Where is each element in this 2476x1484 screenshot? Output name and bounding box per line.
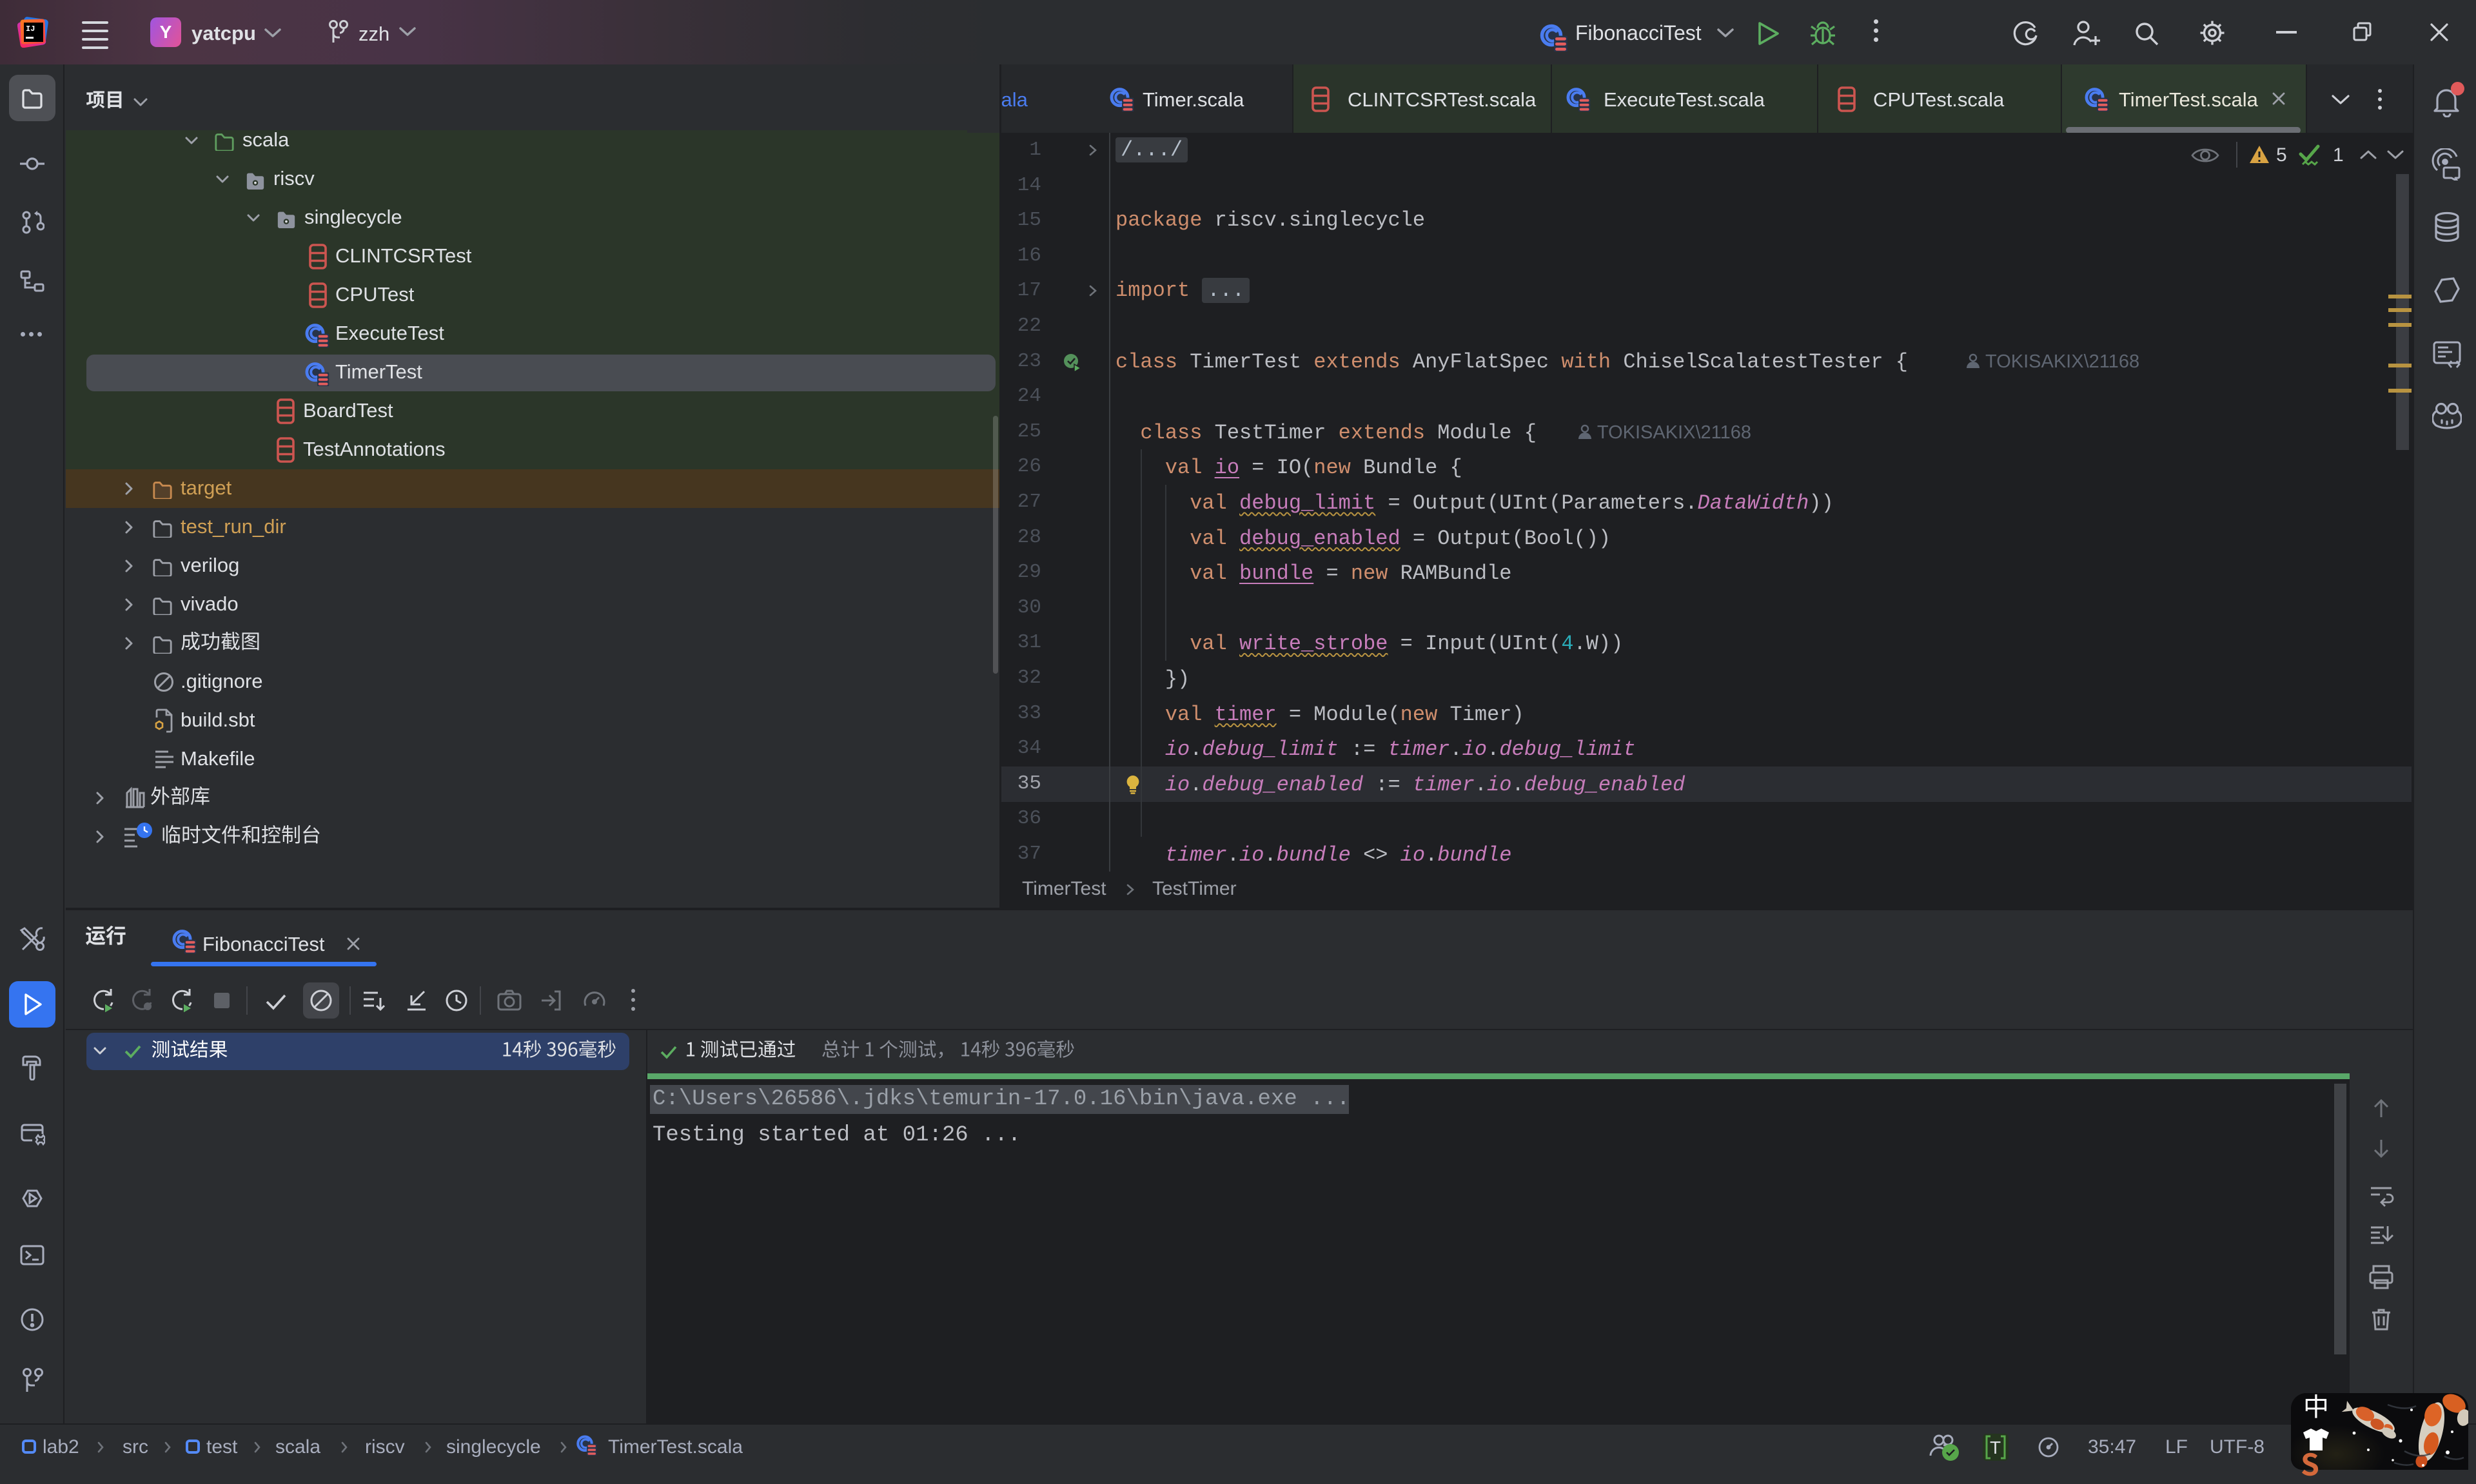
svg-text:IJ: IJ — [26, 24, 35, 34]
